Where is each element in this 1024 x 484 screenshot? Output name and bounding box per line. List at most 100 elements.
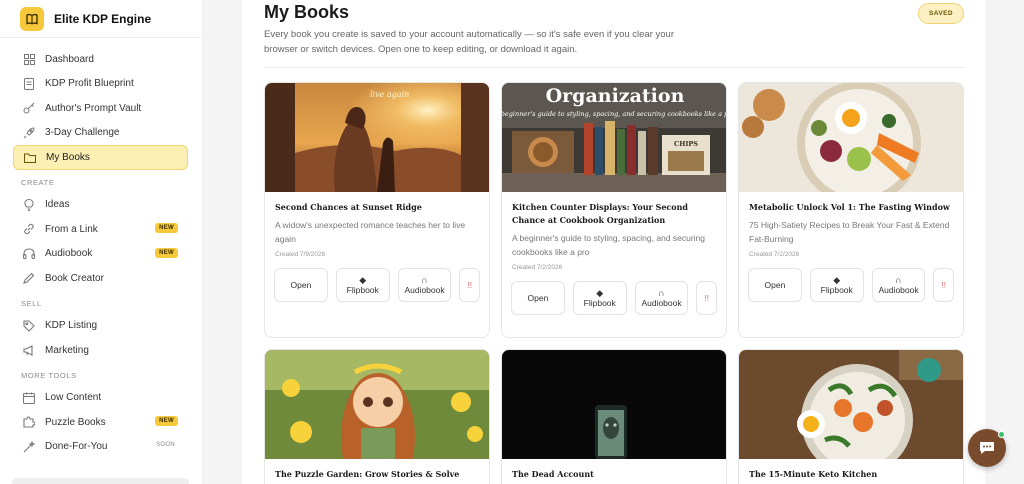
new-badge: NEW xyxy=(155,416,178,426)
sidebar-item-kdp-profit-blueprint[interactable]: KDP Profit Blueprint xyxy=(13,72,188,97)
delete-button[interactable]: !! xyxy=(696,281,718,315)
section-label-more-tools: MORE TOOLS xyxy=(21,370,77,380)
book-card[interactable]: CHIPS Organization a beginner's guide to… xyxy=(501,82,727,338)
divider xyxy=(264,67,964,68)
soon-badge: SOON xyxy=(156,441,175,448)
page-title: My Books xyxy=(264,2,350,22)
audiobook-button[interactable]: ∩ Audiobook xyxy=(397,268,452,302)
sidebar-item-dashboard[interactable]: Dashboard xyxy=(13,47,188,72)
sidebar-item-kdp-listing[interactable]: KDP Listing xyxy=(13,314,188,339)
book-cover-image: CHIPS Organization a beginner's guide to… xyxy=(502,83,726,192)
rocket-icon xyxy=(23,127,35,139)
lightbulb-icon xyxy=(23,198,35,211)
sidebar-item-label: KDP Listing xyxy=(45,320,98,332)
megaphone-icon xyxy=(23,344,35,356)
open-button[interactable]: Open xyxy=(748,268,802,302)
audiobook-button-label: Audiobook xyxy=(878,285,919,295)
link-icon xyxy=(23,223,35,235)
audiobook-button[interactable]: ∩ Audiobook xyxy=(871,268,926,302)
sidebar-item-book-creator[interactable]: Book Creator xyxy=(13,266,188,291)
folder-icon xyxy=(24,151,36,163)
chat-bubble-icon xyxy=(980,442,994,454)
sidebar-item-label: Puzzle Books xyxy=(45,416,106,428)
book-cover-image: live again xyxy=(265,83,489,192)
puzzle-icon xyxy=(23,416,35,428)
delete-button[interactable]: !! xyxy=(459,268,481,302)
open-button[interactable]: Open xyxy=(511,281,565,315)
flipbook-button[interactable]: ◆ Flipbook xyxy=(809,268,864,302)
grid-icon xyxy=(23,53,35,65)
trash-icon: !! xyxy=(467,280,472,290)
sidebar-item-3-day-challenge[interactable]: 3-Day Challenge xyxy=(13,121,188,146)
sidebar-item-label: KDP Profit Blueprint xyxy=(45,78,134,90)
book-card[interactable]: The Dead Account xyxy=(501,349,727,484)
sidebar-item-label: Author's Prompt Vault xyxy=(45,102,142,114)
book-created-date: Created 7/2/2026 xyxy=(749,251,800,258)
headphones-icon xyxy=(23,248,35,260)
sidebar-item-label: 3-Day Challenge xyxy=(45,127,120,139)
flipbook-button[interactable]: ◆ Flipbook xyxy=(572,281,627,315)
cover-subtitle: a beginner's guide to styling, spacing, … xyxy=(502,110,726,118)
headphones-icon: ∩ xyxy=(658,288,665,298)
sidebar-item-label: Low Content xyxy=(45,392,102,404)
trash-icon: !! xyxy=(941,280,946,290)
audiobook-button[interactable]: ∩ Audiobook xyxy=(634,281,689,315)
book-cover-image xyxy=(739,350,963,459)
sidebar-item-my-books[interactable]: My Books xyxy=(13,145,188,170)
calendar-icon xyxy=(23,392,35,404)
sidebar-footer xyxy=(12,478,189,484)
book-card[interactable]: The Puzzle Garden: Grow Stories & Solve … xyxy=(264,349,490,484)
flipbook-icon: ◆ xyxy=(596,288,604,298)
book-card[interactable]: Metabolic Unlock Vol 1: The Fasting Wind… xyxy=(738,82,964,338)
book-cover-image xyxy=(739,83,963,192)
key-icon xyxy=(23,102,35,114)
headphones-icon: ∩ xyxy=(895,275,902,285)
book-subtitle: A widow's unexpected romance teaches her… xyxy=(275,220,466,244)
book-subtitle: A beginner's guide to styling, spacing, … xyxy=(512,233,705,257)
book-title: The 15-Minute Keto Kitchen xyxy=(749,469,878,479)
sidebar-item-done-for-you[interactable]: Done-For-You SOON xyxy=(13,435,188,460)
book-subtitle: 75 High-Satiety Recipes to Break Your Fa… xyxy=(749,220,950,244)
book-logo-icon xyxy=(20,6,44,31)
sidebar-item-label: Audiobook xyxy=(45,248,93,260)
delete-button[interactable]: !! xyxy=(933,268,955,302)
sidebar-item-authors-prompt-vault[interactable]: Author's Prompt Vault xyxy=(13,96,188,121)
sidebar-nav: Dashboard KDP Profit Blueprint Author's … xyxy=(0,38,202,459)
sidebar-item-label: Book Creator xyxy=(45,272,104,284)
flipbook-button[interactable]: ◆ Flipbook xyxy=(335,268,390,302)
book-title: Metabolic Unlock Vol 1: The Fasting Wind… xyxy=(749,202,950,212)
book-card[interactable]: live again Second Chances at Sunset Ridg… xyxy=(264,82,490,338)
brand[interactable]: Elite KDP Engine xyxy=(0,0,202,38)
section-label-sell: SELL xyxy=(21,298,42,308)
open-button[interactable]: Open xyxy=(274,268,328,302)
sidebar-item-label: Marketing xyxy=(45,344,89,356)
sidebar-item-label: From a Link xyxy=(45,223,98,235)
sidebar-item-low-content[interactable]: Low Content xyxy=(13,386,188,411)
book-actions: Open ◆ Flipbook ∩ Audiobook !! xyxy=(265,258,489,302)
sidebar-item-ideas[interactable]: Ideas xyxy=(13,193,188,218)
flipbook-button-label: Flipbook xyxy=(820,285,853,295)
open-button-label: Open xyxy=(527,293,549,303)
trash-icon: !! xyxy=(704,293,709,303)
sidebar-item-audiobook[interactable]: Audiobook NEW xyxy=(13,242,188,267)
sidebar-item-puzzle-books[interactable]: Puzzle Books NEW xyxy=(13,410,188,435)
sidebar-item-label: Dashboard xyxy=(45,53,94,65)
new-badge: NEW xyxy=(155,223,178,233)
section-label-create: CREATE xyxy=(21,177,55,187)
book-created-date: Created 7/2/2026 xyxy=(512,264,563,271)
book-title: The Dead Account xyxy=(512,469,594,479)
cover-book-label: CHIPS xyxy=(674,140,698,148)
chat-button[interactable] xyxy=(968,429,1006,467)
book-cover-image xyxy=(502,350,726,459)
flipbook-icon: ◆ xyxy=(359,275,367,285)
tag-icon xyxy=(23,320,35,332)
open-button-label: Open xyxy=(764,280,786,290)
cover-text: live again xyxy=(370,90,409,99)
audiobook-button-label: Audiobook xyxy=(641,298,682,308)
online-status-dot xyxy=(998,431,1005,438)
sidebar-item-from-a-link[interactable]: From a Link NEW xyxy=(13,217,188,242)
sidebar-item-marketing[interactable]: Marketing xyxy=(13,338,188,363)
book-card[interactable]: The 15-Minute Keto Kitchen xyxy=(738,349,964,484)
sidebar-item-label: Ideas xyxy=(45,199,70,211)
flipbook-button-label: Flipbook xyxy=(583,298,616,308)
